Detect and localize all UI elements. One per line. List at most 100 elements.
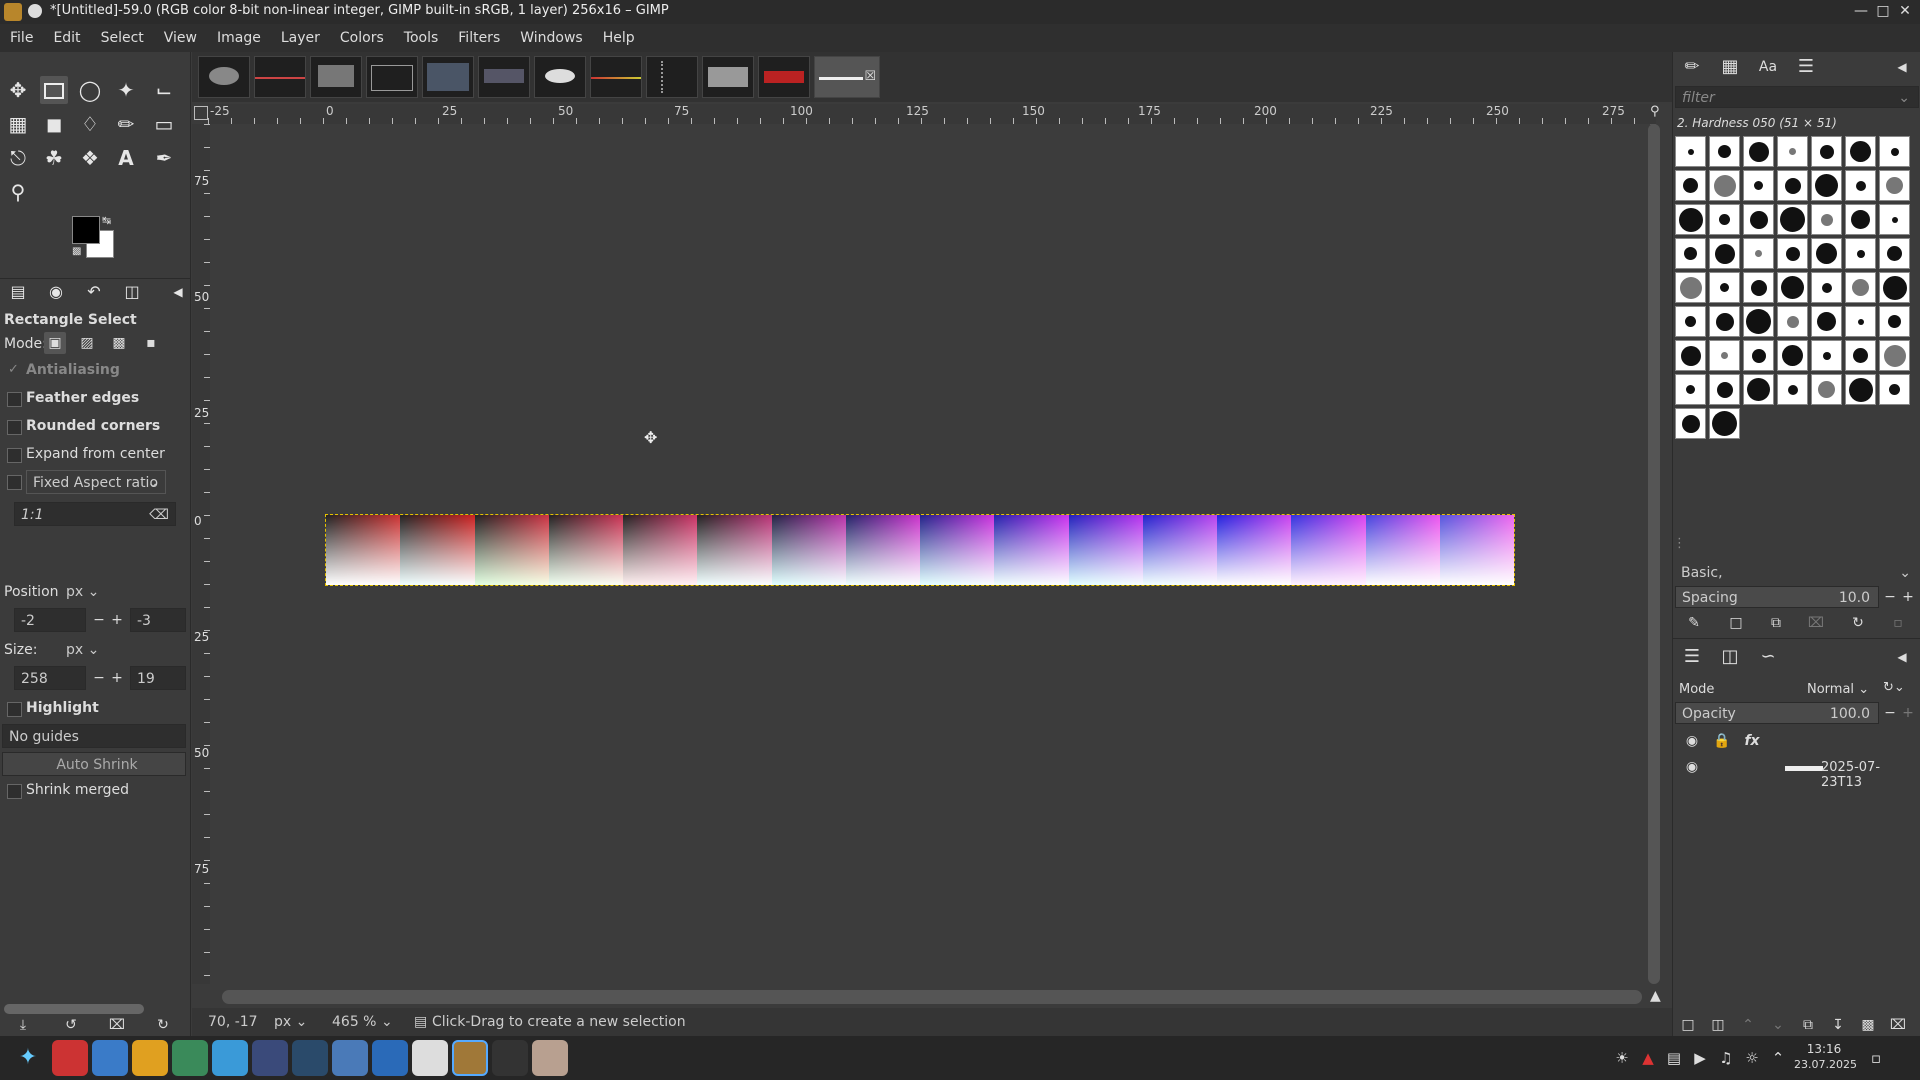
delete-layer-icon[interactable]: ⌧: [1887, 1014, 1909, 1036]
brush-item[interactable]: [1709, 306, 1740, 337]
brush-item[interactable]: [1709, 238, 1740, 269]
reset-options-icon[interactable]: ↻: [152, 1014, 174, 1036]
lasso-icon[interactable]: ◯: [76, 76, 104, 104]
antialiasing-checkmark-icon[interactable]: ✓: [8, 362, 19, 377]
brush-item[interactable]: [1845, 272, 1876, 303]
highlight-checkbox[interactable]: [7, 702, 22, 717]
office-icon[interactable]: [132, 1040, 168, 1076]
brush-item[interactable]: [1675, 136, 1706, 167]
position-y-input[interactable]: -3: [130, 608, 186, 632]
image-tab-active[interactable]: ☒: [814, 56, 880, 98]
text-icon[interactable]: A: [112, 144, 140, 172]
brush-item[interactable]: [1845, 238, 1876, 269]
brush-item[interactable]: [1811, 170, 1842, 201]
menu-filters[interactable]: Filters: [448, 24, 510, 52]
brush-item[interactable]: [1777, 306, 1808, 337]
duplicate-layer-icon[interactable]: ⧉: [1797, 1014, 1819, 1036]
swap-colors-icon[interactable]: ↹: [102, 214, 111, 227]
new-group-icon[interactable]: ◫: [1707, 1014, 1729, 1036]
brush-item[interactable]: [1845, 340, 1876, 371]
vertical-scrollbar[interactable]: [1648, 124, 1660, 984]
lock-icon[interactable]: 🔒: [1711, 730, 1733, 752]
reset-colors-icon[interactable]: ▩: [72, 246, 81, 257]
toolbox-scrollbar[interactable]: [4, 1004, 144, 1014]
image-tab[interactable]: [758, 56, 810, 98]
brush-item[interactable]: [1675, 204, 1706, 235]
configure-tab-icon[interactable]: ◀: [1887, 52, 1917, 82]
composite-mode-icon[interactable]: ↻⌄: [1883, 680, 1905, 695]
layer-row[interactable]: ◉ 2025-07-23T13: [1673, 756, 1920, 790]
brush-item[interactable]: [1845, 204, 1876, 235]
plus-icon[interactable]: +: [106, 667, 128, 689]
resize-handle-icon[interactable]: ⋮: [1673, 536, 1686, 551]
settings-icon[interactable]: [292, 1040, 328, 1076]
smudge-icon[interactable]: ☘: [40, 144, 68, 172]
zoom-dropdown[interactable]: 465 % ⌄: [332, 1014, 393, 1030]
new-brush-icon[interactable]: □: [1725, 612, 1747, 634]
mail-icon[interactable]: [332, 1040, 368, 1076]
brush-item[interactable]: [1743, 272, 1774, 303]
brush-item[interactable]: [1811, 136, 1842, 167]
ratio-input[interactable]: 1:1 ⌫: [14, 502, 176, 526]
paths-icon[interactable]: ❖: [76, 144, 104, 172]
brush-item[interactable]: [1811, 306, 1842, 337]
brush-item[interactable]: [1675, 374, 1706, 405]
brush-item[interactable]: [1709, 204, 1740, 235]
menu-colors[interactable]: Colors: [330, 24, 394, 52]
layers-tab-icon[interactable]: ☰: [1677, 642, 1707, 672]
fixed-checkbox[interactable]: [7, 475, 22, 490]
brush-item[interactable]: [1675, 238, 1706, 269]
image-tab[interactable]: [534, 56, 586, 98]
brush-filter-input[interactable]: filter ⌄: [1675, 86, 1919, 108]
brush-item[interactable]: [1811, 374, 1842, 405]
opacity-slider[interactable]: Opacity 100.0: [1675, 702, 1879, 724]
brush-item[interactable]: [1777, 204, 1808, 235]
brush-item[interactable]: [1879, 272, 1910, 303]
effects-icon[interactable]: fx: [1741, 730, 1763, 752]
clipboard-icon[interactable]: ▤: [1664, 1048, 1684, 1068]
gimp-icon[interactable]: [452, 1040, 488, 1076]
plus-icon[interactable]: +: [1897, 702, 1919, 724]
image-tab[interactable]: [478, 56, 530, 98]
brush-item[interactable]: [1709, 340, 1740, 371]
fuzzy-select-icon[interactable]: ✦: [112, 76, 140, 104]
screenshot-icon[interactable]: [532, 1040, 568, 1076]
horizontal-ruler[interactable]: -25 0 25 50 75 100 125 150 175 200 225 2…: [208, 104, 1656, 125]
fonts-tab-icon[interactable]: Aa: [1753, 52, 1783, 82]
size-width-input[interactable]: 258: [14, 666, 86, 690]
images-tab-icon[interactable]: ◫: [118, 278, 146, 306]
layer-mode-dropdown[interactable]: Normal ⌄: [1807, 682, 1869, 697]
feather-edges-checkbox[interactable]: [7, 392, 22, 407]
terminal-icon[interactable]: [252, 1040, 288, 1076]
plus-icon[interactable]: +: [1897, 586, 1919, 608]
raise-layer-icon[interactable]: ⌃: [1737, 1014, 1759, 1036]
brush-item[interactable]: [1675, 408, 1706, 439]
menu-file[interactable]: File: [0, 24, 43, 52]
brush-item[interactable]: [1845, 306, 1876, 337]
position-unit-dropdown[interactable]: px ⌄: [60, 580, 104, 604]
unit-dropdown[interactable]: px ⌄: [274, 1014, 307, 1030]
image-tab[interactable]: [590, 56, 642, 98]
brush-item[interactable]: [1743, 238, 1774, 269]
gradients-tab-icon[interactable]: ☰: [1791, 52, 1821, 82]
brush-item[interactable]: [1743, 374, 1774, 405]
image-content[interactable]: [325, 514, 1515, 586]
image-tab[interactable]: [422, 56, 474, 98]
brush-item[interactable]: [1845, 170, 1876, 201]
zoom-fit-icon[interactable]: ⚲: [1650, 104, 1660, 119]
brush-item[interactable]: [1675, 340, 1706, 371]
brush-item[interactable]: [1709, 408, 1740, 439]
brush-preset-dropdown[interactable]: Basic, ⌄: [1675, 562, 1919, 584]
tool-options-tab-icon[interactable]: ▤: [4, 278, 32, 306]
brush-item[interactable]: [1743, 204, 1774, 235]
delete-options-icon[interactable]: ⌧: [106, 1014, 128, 1036]
size-unit-dropdown[interactable]: px ⌄: [60, 638, 104, 662]
spacing-slider[interactable]: Spacing 10.0: [1675, 586, 1879, 608]
notes-icon[interactable]: [412, 1040, 448, 1076]
clear-icon[interactable]: ⌫: [149, 503, 169, 527]
show-desktop-icon[interactable]: ▫: [1866, 1048, 1886, 1068]
brush-item[interactable]: [1777, 340, 1808, 371]
expand-from-center-checkbox[interactable]: [7, 448, 22, 463]
lower-layer-icon[interactable]: ⌄: [1767, 1014, 1789, 1036]
merge-layer-icon[interactable]: ↧: [1827, 1014, 1849, 1036]
